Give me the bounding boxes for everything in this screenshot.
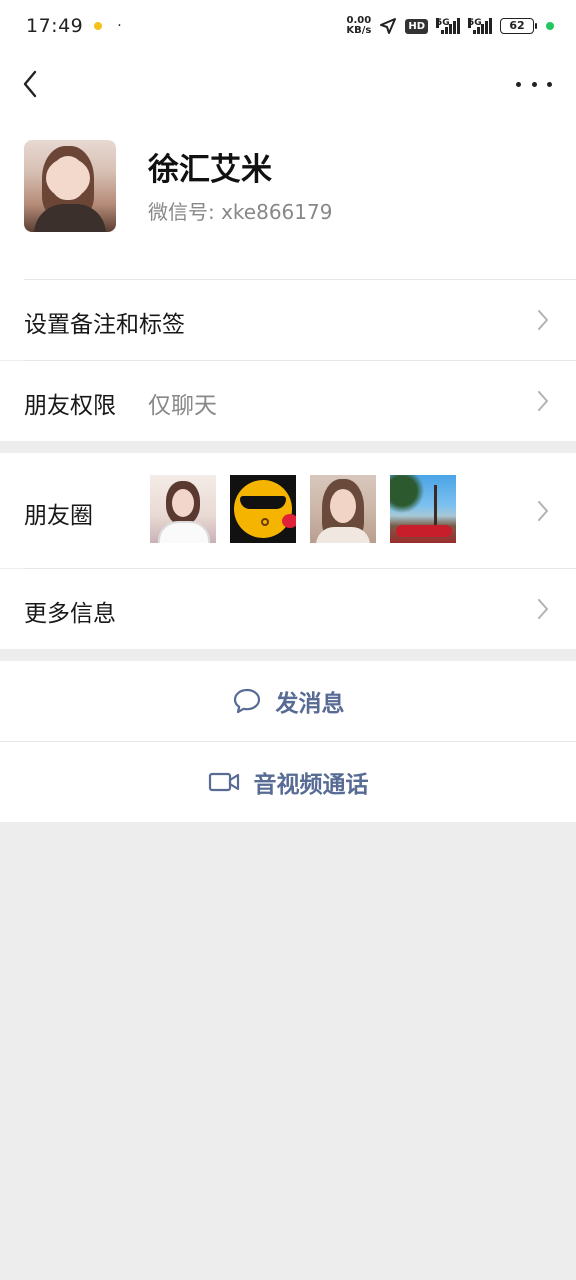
battery-icon: 62 [500, 18, 537, 34]
more-dot [516, 81, 521, 87]
moments-thumbnails [150, 475, 456, 543]
cell-label: 朋友权限 [24, 393, 116, 419]
voice-video-call-button[interactable]: 音视频通话 [0, 742, 576, 822]
back-button[interactable] [14, 66, 50, 102]
send-message-label: 发消息 [275, 691, 345, 717]
section-gap [0, 649, 576, 661]
more-dot [547, 81, 552, 87]
status-bar: 17:49 · 0.00 KB/s HD 5G 5G 62 [0, 0, 576, 52]
signal-label-1: 5G [436, 18, 450, 28]
status-time: 17:49 [26, 15, 84, 37]
privacy-indicator-dot [546, 22, 554, 30]
signal-5g-1: 5G [436, 18, 460, 34]
contact-profile-screen: 17:49 · 0.00 KB/s HD 5G 5G 62 徐汇艾米 微信号: … [0, 0, 576, 1280]
chat-bubble-icon [233, 688, 260, 714]
cell-more-info[interactable]: 更多信息 [0, 569, 576, 649]
nav-bar [0, 52, 576, 116]
send-message-button[interactable]: 发消息 [0, 661, 576, 741]
moments-photo [390, 475, 456, 543]
cell-friend-permissions[interactable]: 朋友权限 仅聊天 [0, 361, 576, 441]
location-arrow-icon [380, 18, 397, 34]
chevron-right-icon [536, 309, 550, 331]
status-right: 0.00 KB/s HD 5G 5G 62 [346, 16, 554, 36]
moments-photo [150, 475, 216, 543]
cell-set-remark-tags[interactable]: 设置备注和标签 [0, 280, 576, 360]
cell-moments[interactable]: 朋友圈 [0, 453, 576, 568]
signal-label-2: 5G [468, 18, 482, 28]
network-speed-unit: KB/s [346, 25, 372, 36]
cell-label: 更多信息 [24, 601, 116, 627]
sunglasses-kiss-emoji-icon [234, 480, 296, 538]
signal-5g-2: 5G [468, 18, 492, 34]
chevron-left-icon [23, 70, 37, 98]
cell-label: 设置备注和标签 [24, 312, 185, 338]
chevron-right-icon [536, 390, 550, 412]
voice-video-call-content: 音视频通话 [0, 742, 576, 822]
wechat-id: 微信号: xke866179 [148, 200, 333, 224]
send-message-content: 发消息 [0, 661, 576, 741]
section-gap [0, 441, 576, 453]
cell-label: 朋友圈 [24, 503, 93, 529]
avatar-face [50, 156, 86, 200]
notification-dot: · [117, 18, 122, 34]
hd-badge: HD [405, 18, 428, 34]
profile-header: 徐汇艾米 微信号: xke866179 [0, 116, 576, 280]
more-dot [531, 81, 537, 87]
moments-photo [230, 475, 296, 543]
voice-video-call-label: 音视频通话 [253, 772, 369, 798]
network-speed: 0.00 KB/s [346, 16, 371, 36]
chevron-right-icon [536, 598, 550, 620]
avatar[interactable] [24, 140, 116, 232]
contact-name: 徐汇艾米 [148, 152, 272, 188]
chevron-right-icon [536, 500, 550, 522]
moon-icon [94, 22, 103, 30]
moments-photo [310, 475, 376, 543]
more-button[interactable] [516, 70, 552, 98]
video-camera-icon [208, 772, 239, 792]
battery-level: 62 [509, 19, 525, 32]
cell-value: 仅聊天 [148, 393, 217, 419]
